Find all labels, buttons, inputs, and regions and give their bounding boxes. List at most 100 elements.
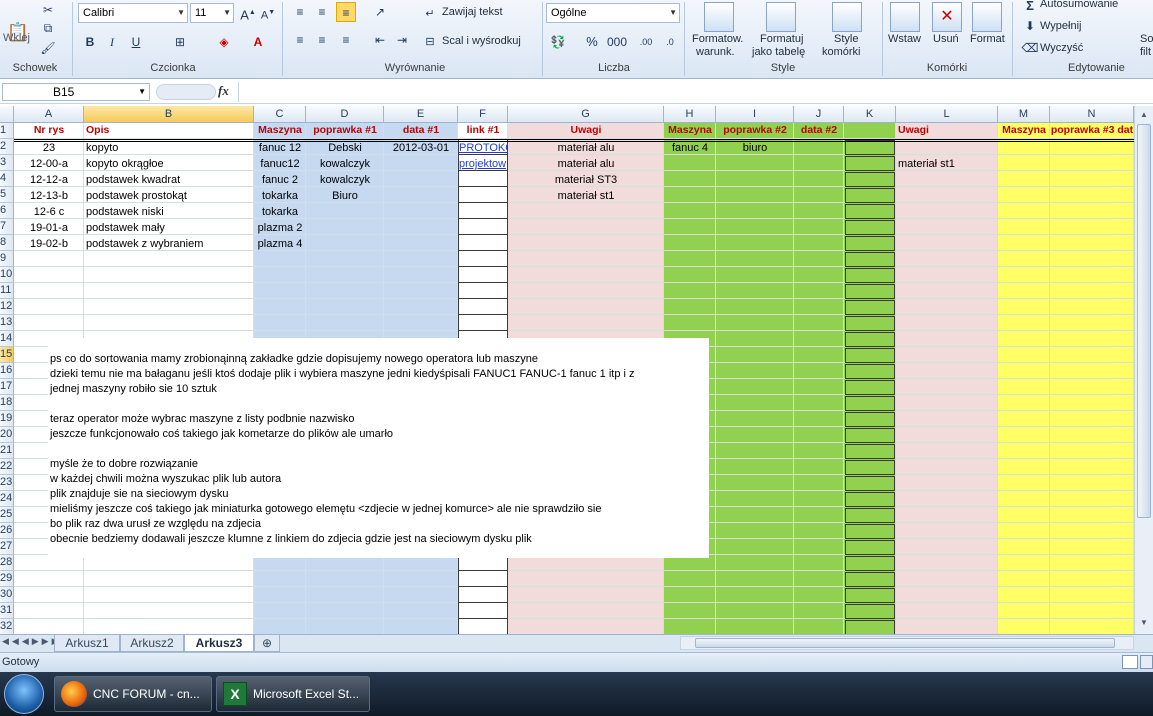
horizontal-scrollbar[interactable] — [680, 636, 1134, 650]
cell-a4[interactable]: 12-12-a — [14, 173, 84, 189]
column-header-c[interactable]: C — [254, 106, 306, 123]
cell-g8[interactable] — [508, 237, 664, 253]
cell-i2[interactable]: biuro — [716, 141, 794, 157]
row-header[interactable]: 9 — [0, 251, 14, 267]
function-icon[interactable]: fx — [218, 83, 229, 99]
column-header-i[interactable]: I — [716, 106, 794, 123]
cell-j1[interactable]: data #2 — [794, 123, 844, 139]
row-header[interactable]: 12 — [0, 299, 14, 315]
cell-e8[interactable] — [384, 237, 458, 253]
format-as-table-icon[interactable] — [766, 2, 796, 32]
sort-filter-label-2[interactable]: filt — [1140, 46, 1151, 58]
row-header[interactable]: 32 — [0, 619, 14, 634]
cell-b2[interactable]: kopyto — [86, 141, 254, 157]
row-header[interactable]: 20 — [0, 427, 14, 443]
row-header[interactable]: 25 — [0, 507, 14, 523]
cell-e7[interactable] — [384, 221, 458, 237]
cell-c3[interactable]: fanuc12 — [254, 157, 306, 173]
column-header-l[interactable]: L — [896, 106, 998, 123]
copy-icon[interactable]: ⧉ — [38, 18, 58, 38]
row-header[interactable]: 14 — [0, 331, 14, 347]
row-header[interactable]: 18 — [0, 395, 14, 411]
cell-i8[interactable] — [716, 237, 794, 253]
cell-d6[interactable] — [306, 205, 384, 221]
cell-c1[interactable]: Maszyna — [254, 123, 306, 139]
cell-h8[interactable] — [664, 237, 716, 253]
row-header[interactable]: 11 — [0, 283, 14, 299]
conditional-format-label-2[interactable]: warunk. — [696, 46, 735, 58]
cell-e5[interactable] — [384, 189, 458, 205]
conditional-format-icon[interactable] — [704, 2, 734, 32]
cell-m1[interactable]: Maszyna — [998, 123, 1050, 139]
decrease-decimal-icon[interactable]: .0 — [660, 32, 680, 52]
insert-cells-button[interactable]: Wstaw — [888, 33, 921, 45]
row-header[interactable]: 27 — [0, 539, 14, 555]
row-header[interactable]: 3 — [0, 155, 14, 171]
row-header[interactable]: 7 — [0, 219, 14, 235]
row-header[interactable]: 22 — [0, 459, 14, 475]
cell-g3[interactable]: materiał alu — [508, 157, 664, 173]
cell-d3[interactable]: kowalczyk — [306, 157, 384, 173]
insert-cells-icon[interactable] — [890, 2, 920, 32]
align-bottom-icon[interactable]: ≡ — [336, 2, 356, 22]
cell-b4[interactable]: podstawek kwadrat — [86, 173, 254, 189]
column-header-e[interactable]: E — [384, 106, 458, 123]
cell-styles-icon[interactable] — [832, 2, 862, 32]
row-header[interactable]: 5 — [0, 187, 14, 203]
align-top-icon[interactable]: ≡ — [290, 2, 310, 22]
align-left-icon[interactable]: ≡ — [290, 30, 310, 50]
cell-b8[interactable]: podstawek z wybraniem — [86, 237, 254, 253]
fill-icon[interactable]: ⬇ — [1020, 16, 1040, 36]
cell-f2[interactable]: PROTOKO — [459, 141, 508, 157]
cell-c4[interactable]: fanuc 2 — [254, 173, 306, 189]
cell-l4[interactable] — [898, 173, 998, 189]
cell-b6[interactable]: podstawek niski — [86, 205, 254, 221]
cell-a1[interactable]: Nr rys — [14, 123, 84, 139]
cell-h3[interactable] — [664, 157, 716, 173]
vertical-scrollbar[interactable]: ▲ ▼ — [1134, 106, 1153, 634]
cell-i1[interactable]: poprawka #2 — [716, 123, 794, 139]
format-cells-button[interactable]: Format — [970, 33, 1005, 45]
currency-icon[interactable]: 💱 — [548, 32, 568, 52]
name-box[interactable]: B15 ▼ — [2, 83, 150, 101]
conditional-format-label-1[interactable]: Formatow. — [692, 33, 743, 45]
cell-c8[interactable]: plazma 4 — [254, 237, 306, 253]
autosum-icon[interactable]: Σ — [1020, 0, 1040, 16]
cell-d1[interactable]: poprawka #1 — [306, 123, 384, 139]
cell-h2[interactable]: fanuc 4 — [664, 141, 716, 157]
align-center-icon[interactable]: ≡ — [312, 30, 332, 50]
cell-f6[interactable] — [459, 205, 508, 221]
column-header-a[interactable]: A — [14, 106, 84, 123]
column-header-d[interactable]: D — [306, 106, 384, 123]
paste-button[interactable]: Wklej — [3, 32, 30, 44]
borders-icon[interactable]: ⊞ — [170, 32, 190, 52]
cell-d4[interactable]: kowalczyk — [306, 173, 384, 189]
cell-l2[interactable] — [898, 141, 998, 157]
font-size-combo[interactable]: 11 ▼ — [190, 3, 234, 23]
row-header[interactable]: 17 — [0, 379, 14, 395]
cell-g7[interactable] — [508, 221, 664, 237]
comment-text-box[interactable]: ps co do sortowania mamy zrobionąinną za… — [48, 338, 709, 558]
cell-styles-label-2[interactable]: komórki — [822, 46, 861, 58]
cell-g4[interactable]: materiał ST3 — [508, 173, 664, 189]
scroll-up-icon[interactable]: ▲ — [1137, 108, 1151, 122]
cell-a7[interactable]: 19-01-a — [14, 221, 84, 237]
cell-e4[interactable] — [384, 173, 458, 189]
cell-a2[interactable]: 23 — [14, 141, 84, 157]
row-header[interactable]: 16 — [0, 363, 14, 379]
cell-i5[interactable] — [716, 189, 794, 205]
row-header[interactable]: 30 — [0, 587, 14, 603]
cell-e2[interactable]: 2012-03-01 — [384, 141, 458, 157]
row-header[interactable]: 4 — [0, 171, 14, 187]
cell-i6[interactable] — [716, 205, 794, 221]
taskbar-item-excel[interactable]: X Microsoft Excel St... — [216, 676, 370, 712]
cell-e6[interactable] — [384, 205, 458, 221]
row-header[interactable]: 28 — [0, 555, 14, 571]
format-as-table-label-1[interactable]: Formatuj — [760, 33, 803, 45]
cell-g6[interactable] — [508, 205, 664, 221]
cell-d7[interactable] — [306, 221, 384, 237]
cell-b5[interactable]: podstawek prostokąt — [86, 189, 254, 205]
row-header[interactable]: 2 — [0, 139, 14, 155]
orientation-icon[interactable]: ↗ — [370, 2, 390, 22]
row-header[interactable]: 19 — [0, 411, 14, 427]
